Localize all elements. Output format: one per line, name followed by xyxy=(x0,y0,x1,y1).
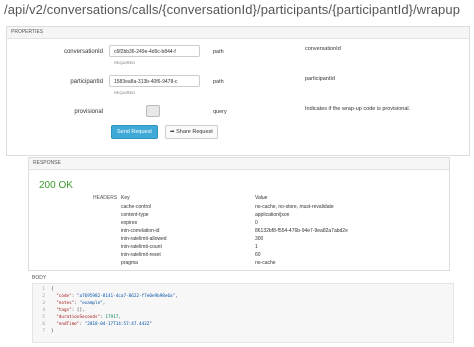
param-desc-participantId: participantId xyxy=(305,76,335,82)
param-in-provisional: query xyxy=(213,109,227,115)
line-number: 1 xyxy=(42,287,45,292)
code-line: { xyxy=(51,287,54,292)
code-line: } xyxy=(51,329,54,334)
json-value: "example", xyxy=(79,301,106,306)
header-key: inin-correlation-id xyxy=(121,228,160,234)
line-number: 2 xyxy=(42,294,45,299)
param-desc-provisional: Indicates if the wrap-up code is provisi… xyxy=(305,106,411,112)
page-title: /api/v2/conversations/calls/{conversatio… xyxy=(4,2,461,17)
line-number: 6 xyxy=(42,322,45,327)
code-line: "endTime": "2018-04-17T14:57:47.443Z" xyxy=(56,322,152,327)
header-value: no-cache, no-store, must-revalidate xyxy=(255,204,334,210)
header-value: application/json xyxy=(255,212,290,218)
provisional-toggle[interactable] xyxy=(146,105,160,117)
header-key: cache-control xyxy=(121,204,152,210)
header-key: expires xyxy=(121,220,138,226)
json-value: 17917, xyxy=(105,315,121,320)
body-label: BODY xyxy=(32,275,47,281)
conversationId-input[interactable]: c6f2bb36-249e-4d9c-b844-f xyxy=(109,45,200,57)
code-line: "notes": "example", xyxy=(56,301,106,306)
share-request-label: Share Request xyxy=(176,129,213,135)
header-value: 300 xyxy=(255,236,264,242)
param-name-provisional: provisional xyxy=(74,109,103,115)
value-column-header: Value xyxy=(255,195,268,201)
share-icon: ➦ xyxy=(170,129,175,135)
share-request-button[interactable]: ➦ Share Request xyxy=(165,125,218,139)
header-value: no-cache xyxy=(255,260,276,266)
headers-label: HEADERS xyxy=(93,195,118,201)
header-key: pragma xyxy=(121,260,138,266)
param-name-conversationId: conversationId xyxy=(63,49,103,55)
header-key: inin-ratelimit-count xyxy=(121,244,162,250)
header-value: 86132bf8-f554-476b-94e7-9ea82a7abd2e xyxy=(255,228,348,234)
line-number: 4 xyxy=(42,308,45,313)
header-value: 1 xyxy=(255,244,258,250)
required-label: REQUIRED xyxy=(114,90,136,95)
properties-header: PROPERTIES xyxy=(7,27,469,39)
send-request-button[interactable]: Send Request xyxy=(111,125,158,139)
json-value: "2018-04-17T14:57:47.443Z" xyxy=(84,322,152,327)
header-key: content-type xyxy=(121,212,149,218)
line-number: 5 xyxy=(42,315,45,320)
code-line: "durationSeconds": 17917, xyxy=(56,315,121,320)
properties-panel: PROPERTIES conversationId c6f2bb36-249e-… xyxy=(6,26,470,156)
code-line: "code": "a7695982-8141-4ca7-8622-f7e0e9b… xyxy=(56,294,178,299)
header-value: 60 xyxy=(255,252,261,258)
json-key: "endTime" xyxy=(56,322,80,327)
param-in-participantId: path xyxy=(213,79,224,85)
response-header: RESPONSE xyxy=(29,158,449,170)
required-label: REQUIRED xyxy=(114,60,136,65)
header-key: inin-ratelimit-reset xyxy=(121,252,161,258)
header-value: 0 xyxy=(255,220,258,226)
param-in-conversationId: path xyxy=(213,49,224,55)
json-key: "notes" xyxy=(56,301,75,306)
param-desc-conversationId: conversationId xyxy=(305,46,341,52)
header-key: inin-ratelimit-allowed xyxy=(121,236,167,242)
json-key: "code" xyxy=(56,294,72,299)
response-panel: RESPONSE 200 OK HEADERS Key Value cache-… xyxy=(28,157,450,271)
json-key: "durationSeconds" xyxy=(56,315,101,320)
response-body-code[interactable]: 1 { 2 "code": "a7695982-8141-4ca7-8622-f… xyxy=(32,283,454,343)
code-line: "tags": [], xyxy=(56,308,85,313)
json-value: "a7695982-8141-4ca7-8622-f7e0e9b98e6a", xyxy=(76,294,178,299)
status-code: 200 OK xyxy=(39,180,73,191)
line-number: 7 xyxy=(42,329,45,334)
json-value: [], xyxy=(76,308,85,313)
key-column-header: Key xyxy=(121,195,130,201)
line-number: 3 xyxy=(42,301,45,306)
param-name-participantId: participantId xyxy=(70,79,103,85)
json-key: "tags" xyxy=(56,308,72,313)
participantId-input[interactable]: 1583ea8a-313b-40f6-9478-c xyxy=(109,75,200,87)
